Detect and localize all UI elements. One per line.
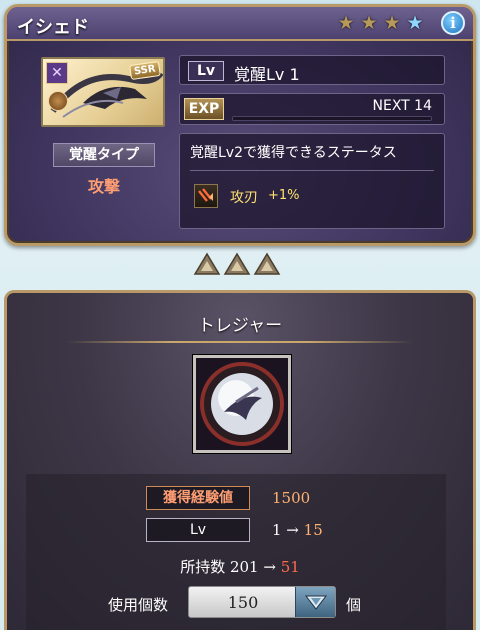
awakening-type-label: 覚醒タイプ: [53, 143, 155, 167]
dropdown-button[interactable]: [295, 587, 335, 617]
exp-panel: EXP NEXT 14: [179, 93, 445, 125]
lv-label: Lv: [146, 518, 250, 542]
status-panel: 覚醒Lv2で獲得できるステータス 攻刃 +1%: [179, 133, 445, 229]
arrow-separator: [193, 252, 281, 276]
attack-type-icon: [48, 91, 68, 111]
use-count-select[interactable]: 150: [188, 586, 336, 618]
card-header: イシェド ★ ★ ★ ★ i: [7, 7, 473, 41]
use-count-unit: 個: [346, 596, 362, 614]
up-arrow-icon: [253, 252, 281, 275]
stat-name: 攻刃: [230, 190, 258, 206]
info-button[interactable]: i: [441, 11, 465, 35]
blue-star-icon: ★: [406, 12, 424, 34]
star-icon: ★: [337, 12, 355, 34]
awakening-level: 覚醒Lv 1: [234, 65, 300, 84]
use-count-label: 使用個数: [108, 596, 169, 614]
gained-exp-value: 1500: [272, 489, 311, 507]
attack-up-icon: [194, 184, 218, 208]
exp-tag: EXP: [184, 98, 224, 120]
gained-exp-label: 獲得経験値: [146, 486, 250, 510]
uncap-stars: ★ ★ ★ ★: [336, 13, 425, 33]
awakening-type-value: 攻撃: [87, 177, 120, 196]
star-icon: ★: [383, 12, 401, 34]
owned-prefix: 所持数 201 →: [180, 558, 276, 576]
up-arrow-icon: [193, 252, 221, 275]
summon-thumbnail[interactable]: ✕ SSR: [41, 57, 165, 127]
stat-bonus: +1%: [268, 188, 300, 203]
owned-count: 所持数 201 → 51: [0, 556, 480, 577]
summon-card: イシェド ★ ★ ★ ★ i ✕ SSR 覚醒タイプ 攻撃 Lv 覚醒Lv 1 …: [4, 4, 476, 246]
owned-after: 51: [280, 558, 300, 576]
lv-tag: Lv: [188, 61, 224, 81]
title-divider: [67, 341, 413, 343]
lv-range: 1 → 15: [272, 521, 323, 539]
chevron-down-icon: [304, 595, 328, 610]
exp-bar: [232, 116, 432, 121]
up-arrow-icon: [223, 252, 251, 275]
treasure-title: トレジャー: [197, 316, 283, 336]
lv-to: 15: [303, 521, 323, 539]
use-count-value: 150: [227, 593, 259, 612]
status-title: 覚醒Lv2で獲得できるステータス: [190, 142, 434, 171]
lv-from: 1 →: [272, 521, 299, 539]
next-exp: NEXT 14: [372, 98, 432, 114]
star-icon: ★: [360, 12, 378, 34]
dark-element-icon: ✕: [46, 62, 68, 84]
summon-name: イシェド: [17, 17, 89, 38]
level-panel: Lv 覚醒Lv 1: [179, 55, 445, 85]
treasure-item-icon[interactable]: [193, 355, 291, 453]
treasure-orb-icon: [196, 358, 288, 450]
